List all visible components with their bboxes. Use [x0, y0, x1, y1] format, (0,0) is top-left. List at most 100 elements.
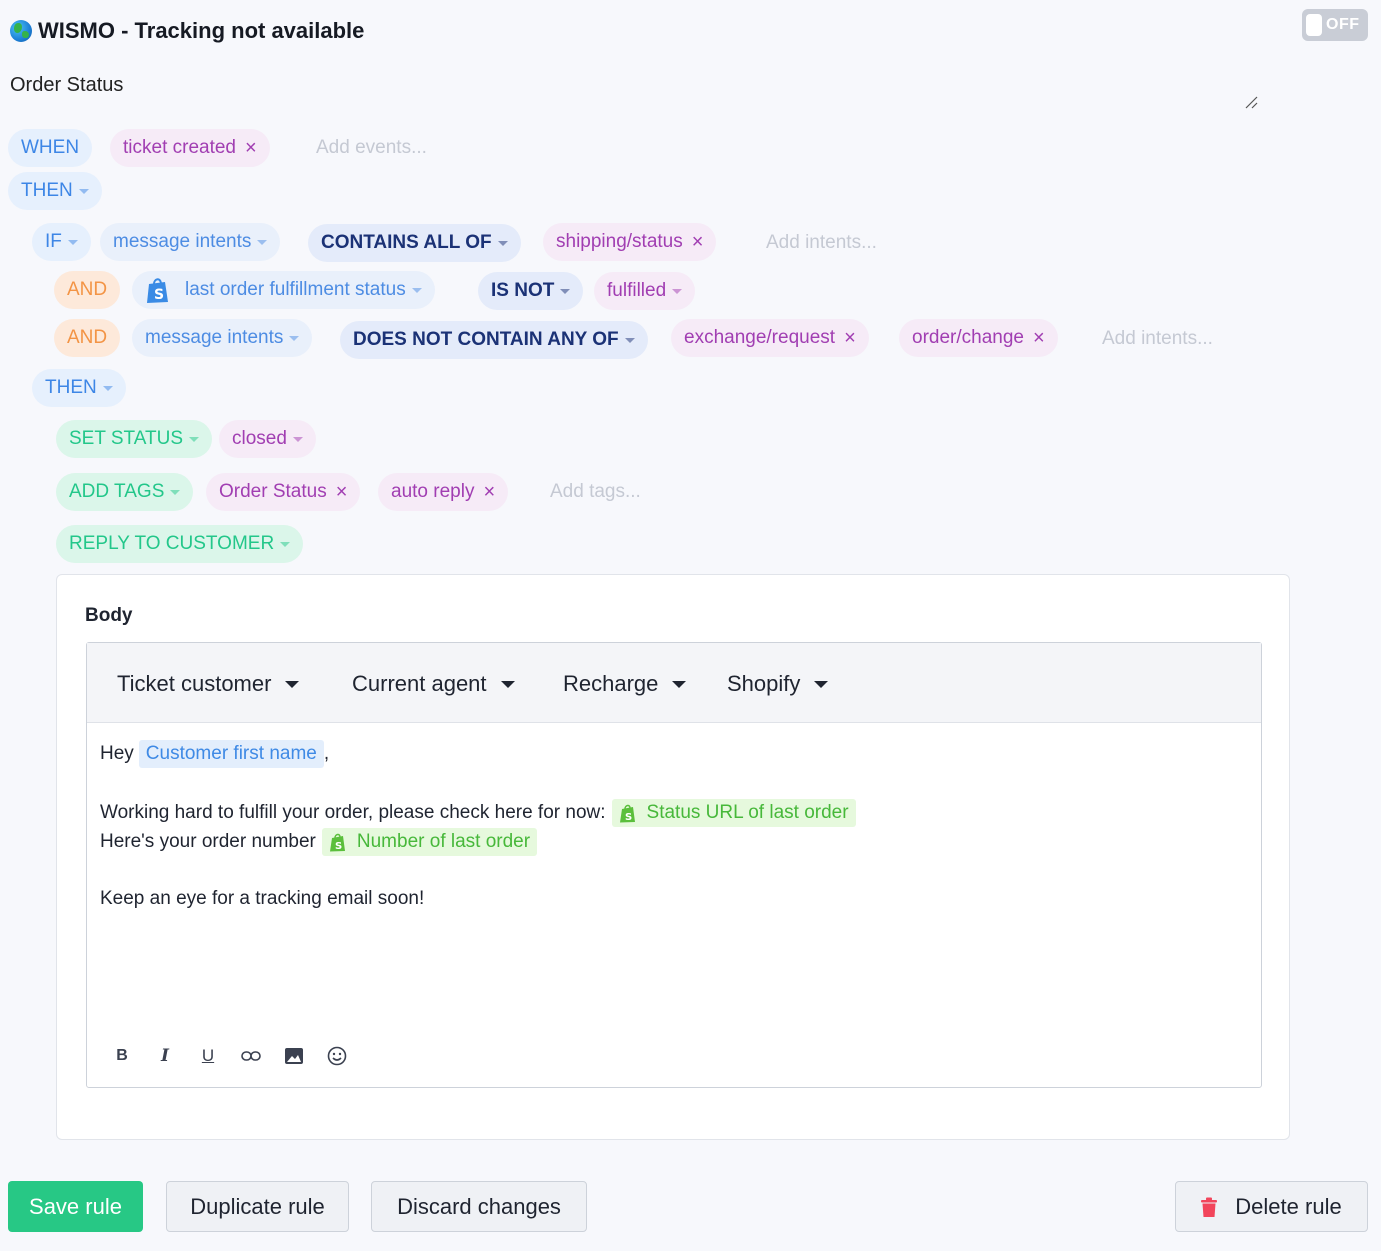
delete-rule-button[interactable]: Delete rule — [1175, 1181, 1368, 1232]
save-rule-button[interactable]: Save rule — [8, 1181, 143, 1232]
svg-text:S: S — [335, 841, 342, 852]
remove-icon[interactable]: × — [844, 327, 856, 350]
variables-toolbar: Ticket customer Current agent Recharge S… — [87, 643, 1261, 723]
action-label: SET STATUS — [69, 428, 184, 449]
status-value-dropdown[interactable]: closed — [219, 420, 316, 458]
message-editor[interactable]: Ticket customer Current agent Recharge S… — [86, 642, 1262, 1088]
globe-icon — [10, 20, 32, 42]
dropdown-label: Current agent — [352, 671, 487, 696]
emoji-icon[interactable] — [326, 1045, 348, 1067]
tag-auto-reply[interactable]: auto reply × — [378, 473, 509, 511]
and1-field-dropdown[interactable]: S last order fulfillment status — [132, 271, 435, 309]
if-dropdown[interactable]: IF — [32, 223, 91, 261]
reply-to-customer-action[interactable]: REPLY TO CUSTOMER — [56, 525, 304, 563]
tag-label: auto reply — [391, 481, 475, 502]
remove-icon[interactable]: × — [483, 481, 495, 504]
resize-handle-icon[interactable] — [1244, 95, 1258, 109]
comma-text: , — [323, 743, 330, 764]
italic-icon[interactable]: I — [154, 1045, 176, 1067]
operator-label: DOES NOT CONTAIN ANY OF — [353, 329, 619, 350]
add-events-input[interactable]: Add events... — [316, 129, 427, 167]
chevron-down-icon — [292, 436, 303, 442]
chevron-down-icon — [497, 240, 508, 246]
chevron-down-icon — [560, 288, 571, 294]
tag-order-status[interactable]: Order Status × — [206, 473, 361, 511]
then-dropdown-2[interactable]: THEN — [32, 369, 126, 407]
underline-icon[interactable]: U — [197, 1045, 219, 1067]
dropdown-label: Recharge — [563, 671, 659, 696]
toggle-label: OFF — [1326, 16, 1360, 33]
event-label: ticket created — [123, 137, 236, 158]
event-tag-ticket-created[interactable]: ticket created × — [110, 129, 270, 167]
shopify-icon: S — [619, 804, 635, 823]
image-icon[interactable] — [283, 1045, 305, 1067]
toggle-knob — [1306, 14, 1322, 36]
remove-icon[interactable]: × — [245, 137, 257, 160]
chevron-down-icon — [289, 335, 300, 341]
action-label: REPLY TO CUSTOMER — [69, 533, 275, 554]
and-keyword-1: AND — [54, 271, 121, 309]
chevron-down-icon — [78, 188, 89, 194]
message-line-order-number: Here's your order number S Number of las… — [100, 827, 538, 857]
discard-changes-button[interactable]: Discard changes — [371, 1181, 587, 1232]
and1-operator-dropdown[interactable]: IS NOT — [478, 272, 584, 310]
intent-tag-exchange-request[interactable]: exchange/request × — [671, 319, 869, 357]
remove-icon[interactable]: × — [1033, 327, 1045, 350]
svg-text:S: S — [154, 287, 164, 303]
status-label: closed — [232, 428, 287, 449]
add-tags-input[interactable]: Add tags... — [550, 473, 641, 511]
status-url-variable[interactable]: S Status URL of last order — [611, 799, 856, 827]
chevron-down-icon — [411, 287, 422, 293]
bold-icon[interactable]: B — [111, 1045, 133, 1067]
rule-description[interactable]: Order Status — [10, 74, 123, 97]
current-agent-dropdown[interactable]: Current agent — [352, 671, 515, 697]
remove-icon[interactable]: × — [336, 481, 348, 504]
caret-down-icon — [500, 680, 515, 688]
intent-tag-shipping-status[interactable]: shipping/status × — [543, 223, 717, 261]
and-keyword-2: AND — [54, 319, 121, 357]
chevron-down-icon — [280, 541, 291, 547]
set-status-action[interactable]: SET STATUS — [56, 420, 213, 458]
add-intents-input-2[interactable]: Add intents... — [1102, 320, 1213, 358]
status-text: Working hard to fulfill your order, plea… — [100, 802, 606, 823]
chevron-down-icon — [102, 385, 113, 391]
caret-down-icon — [814, 680, 829, 688]
if-operator-dropdown[interactable]: CONTAINS ALL OF — [308, 224, 521, 262]
remove-icon[interactable]: × — [692, 231, 704, 254]
then-dropdown-1[interactable]: THEN — [8, 172, 102, 210]
rule-title-text: WISMO - Tracking not available — [38, 18, 365, 43]
chevron-down-icon — [170, 489, 181, 495]
order-number-variable[interactable]: S Number of last order — [321, 828, 538, 856]
and-label: AND — [67, 279, 108, 300]
chevron-down-icon — [67, 239, 78, 245]
and-label: AND — [67, 327, 108, 348]
link-icon[interactable] — [240, 1045, 262, 1067]
chevron-down-icon — [257, 239, 268, 245]
intent-tag-order-change[interactable]: order/change × — [899, 319, 1058, 357]
if-field-dropdown[interactable]: message intents — [100, 223, 281, 261]
operator-label: IS NOT — [491, 280, 555, 301]
rule-title: WISMO - Tracking not available — [10, 18, 364, 44]
intent-label: order/change — [912, 327, 1024, 348]
value-label: fulfilled — [607, 280, 667, 301]
chevron-down-icon — [672, 288, 683, 294]
ticket-customer-dropdown[interactable]: Ticket customer — [117, 671, 300, 697]
rule-active-toggle[interactable]: OFF — [1302, 9, 1368, 41]
trash-icon — [1201, 1197, 1218, 1217]
shopify-dropdown[interactable]: Shopify — [727, 671, 829, 697]
recharge-dropdown[interactable]: Recharge — [563, 671, 687, 697]
and2-field-dropdown[interactable]: message intents — [132, 319, 313, 357]
tag-label: Order Status — [219, 481, 327, 502]
shopify-icon: S — [329, 833, 345, 852]
field-label: message intents — [145, 327, 284, 348]
fulfillment-value-dropdown[interactable]: fulfilled — [594, 272, 696, 310]
add-intents-input[interactable]: Add intents... — [766, 224, 877, 262]
duplicate-rule-button[interactable]: Duplicate rule — [166, 1181, 349, 1232]
caret-down-icon — [672, 680, 687, 688]
add-tags-action[interactable]: ADD TAGS — [56, 473, 194, 511]
and2-operator-dropdown[interactable]: DOES NOT CONTAIN ANY OF — [340, 321, 648, 359]
intent-label: exchange/request — [684, 327, 836, 348]
customer-first-name-variable[interactable]: Customer first name — [138, 740, 324, 768]
intent-label: shipping/status — [556, 231, 683, 252]
delete-label: Delete rule — [1235, 1193, 1342, 1219]
